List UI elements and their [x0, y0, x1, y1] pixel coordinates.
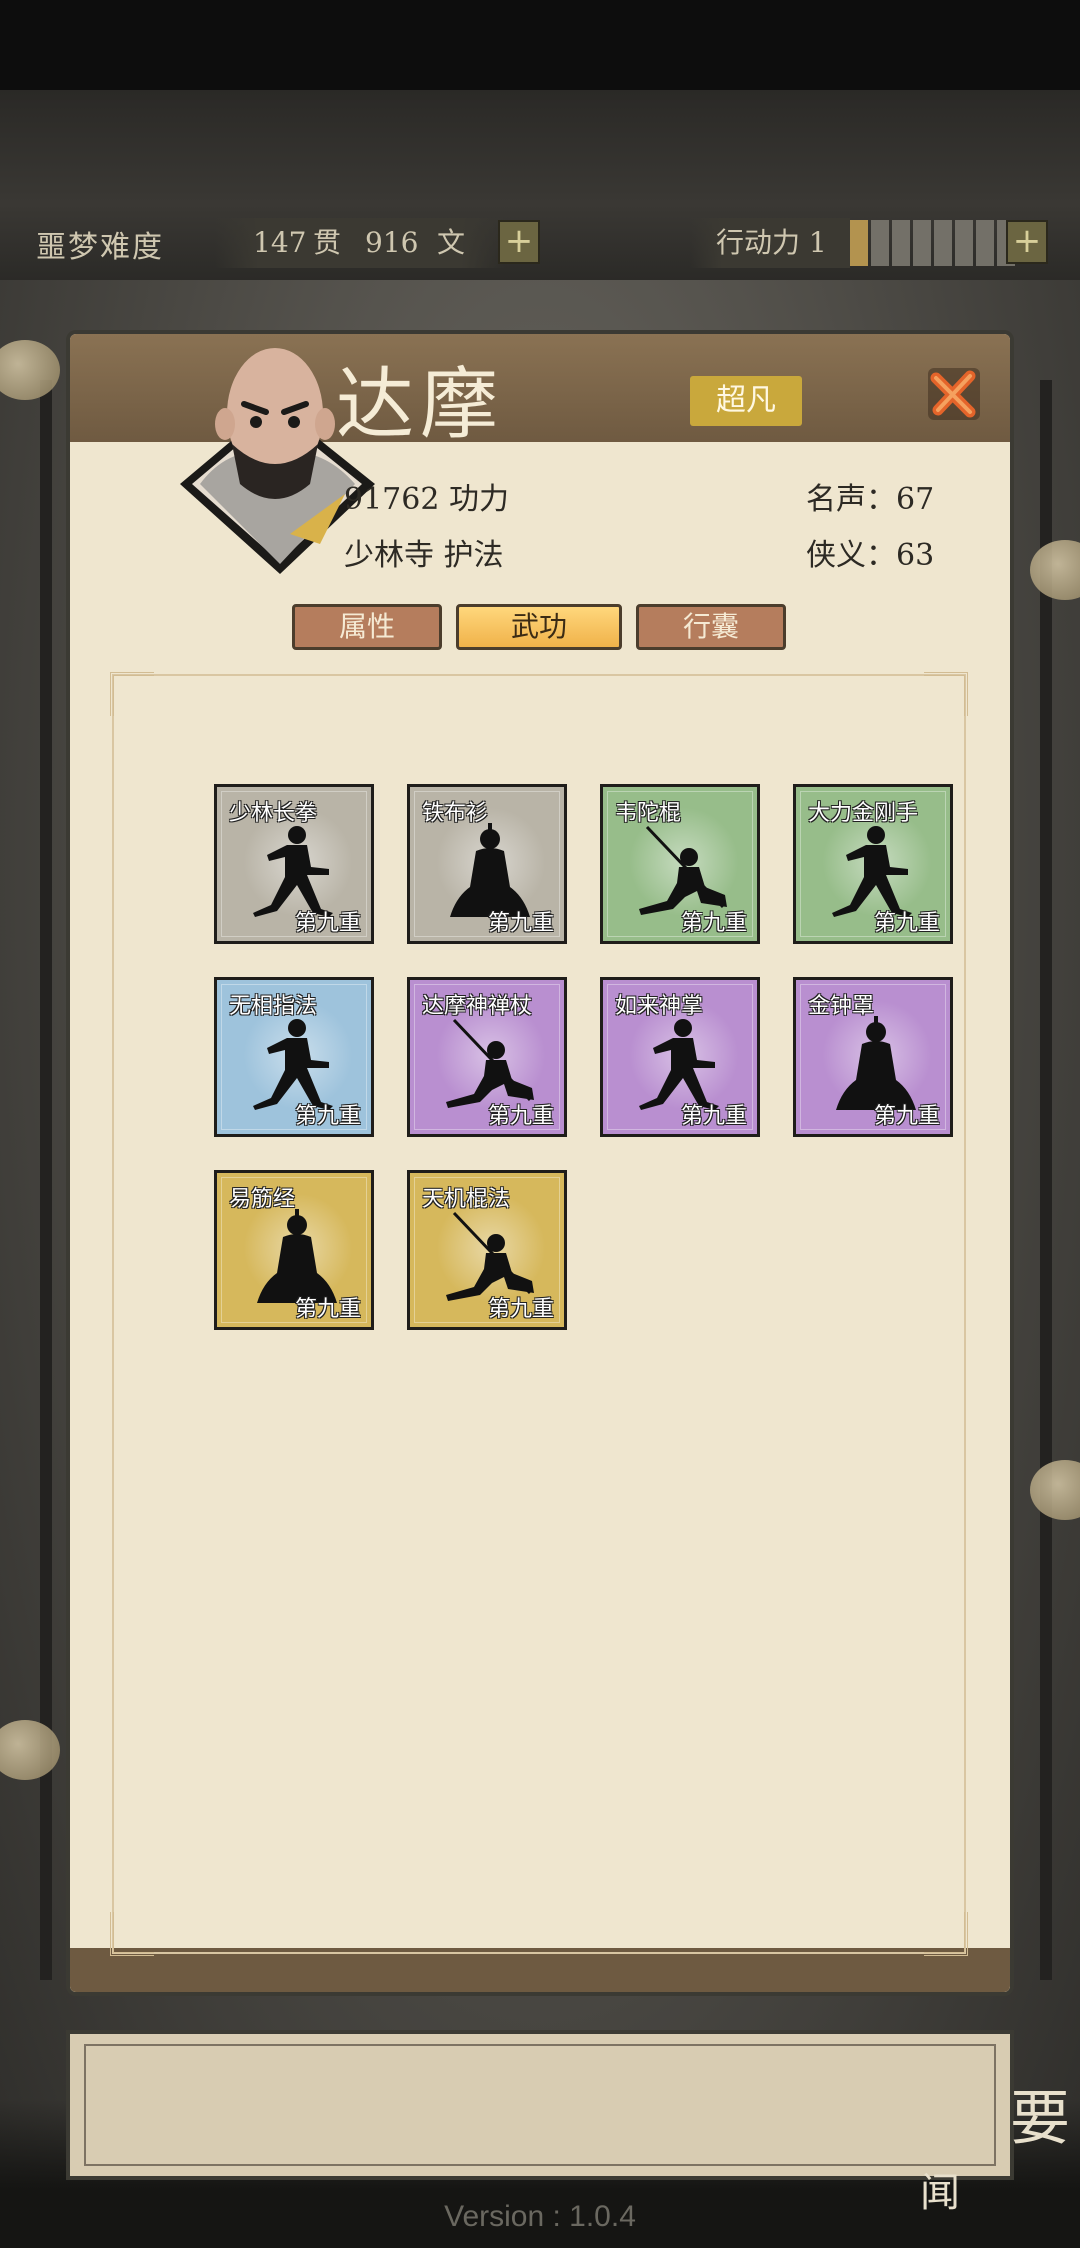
action-points-display: 行动力 1 — [690, 218, 850, 268]
skill-name: 如来神掌 — [615, 994, 704, 1019]
skill-name: 韦陀棍 — [615, 801, 682, 826]
energy-segment — [892, 220, 910, 266]
panel-tabs: 属性 武功 行囊 — [292, 604, 786, 650]
skill-card[interactable]: 金钟罩第九重 — [793, 977, 953, 1137]
energy-segment — [913, 220, 931, 266]
skill-card[interactable]: 铁布衫第九重 — [407, 784, 567, 944]
frame-corner — [110, 1912, 154, 1956]
tab-inventory[interactable]: 行囊 — [636, 604, 786, 650]
skill-level: 第九重 — [294, 1297, 361, 1322]
status-bar-area — [0, 0, 1080, 90]
skill-name: 少林长拳 — [229, 801, 318, 826]
version-label: Version : 1.0.4 — [444, 2200, 636, 2233]
skill-name: 铁布衫 — [422, 801, 489, 826]
money-display: 147 贯 916 文 — [215, 218, 505, 268]
money-guan-value: 147 — [253, 226, 307, 259]
skill-card[interactable]: 如来神掌第九重 — [600, 977, 760, 1137]
skill-card[interactable]: 韦陀棍第九重 — [600, 784, 760, 944]
close-icon[interactable] — [924, 364, 984, 424]
skill-card[interactable]: 少林长拳第九重 — [214, 784, 374, 944]
skill-level: 第九重 — [487, 911, 554, 936]
money-guan-unit: 贯 — [313, 226, 342, 259]
skill-level: 第九重 — [873, 911, 940, 936]
difficulty-label: 噩梦难度 — [36, 230, 164, 265]
side-menu-glyph[interactable]: 要 — [1010, 2070, 1070, 2157]
power-value: 91762 功力 — [344, 482, 509, 517]
skill-level: 第九重 — [873, 1104, 940, 1129]
action-points-label: 行动力 1 — [716, 226, 827, 259]
skill-level: 第九重 — [680, 1104, 747, 1129]
skill-name: 易筋经 — [229, 1187, 296, 1212]
add-action-button[interactable]: + — [1006, 220, 1048, 264]
energy-segment — [871, 220, 889, 266]
skill-level: 第九重 — [487, 1104, 554, 1129]
fame-value: 名声：67 — [806, 482, 935, 517]
money-wen-unit: 文 — [437, 226, 466, 259]
panel-footer — [70, 1948, 1010, 1992]
energy-segment — [955, 220, 973, 266]
rank-badge: 超凡 — [690, 376, 802, 426]
right-scroll-rod — [1040, 380, 1052, 1980]
skill-level: 第九重 — [294, 1104, 361, 1129]
energy-segment — [850, 220, 868, 266]
skill-card[interactable]: 天机棍法第九重 — [407, 1170, 567, 1330]
skill-card[interactable]: 大力金刚手第九重 — [793, 784, 953, 944]
chivalry-value: 侠义：63 — [806, 538, 935, 573]
message-box-inner — [84, 2044, 996, 2166]
skill-level: 第九重 — [487, 1297, 554, 1322]
skill-card[interactable]: 无相指法第九重 — [214, 977, 374, 1137]
skill-name: 天机棍法 — [422, 1187, 511, 1212]
skill-name: 无相指法 — [229, 994, 318, 1019]
skill-card[interactable]: 达摩神禅杖第九重 — [407, 977, 567, 1137]
frame-corner — [924, 672, 968, 716]
tab-attributes[interactable]: 属性 — [292, 604, 442, 650]
skill-level: 第九重 — [680, 911, 747, 936]
character-panel: 达摩 超凡 91762 功力 少林寺 护法 名声：67 侠义：63 属性 武功 — [66, 330, 1014, 1996]
sect-title: 少林寺 护法 — [344, 538, 504, 573]
skill-name: 大力金刚手 — [808, 801, 919, 826]
action-points-meter — [850, 220, 1015, 266]
message-box — [66, 2030, 1014, 2180]
tab-martial-arts[interactable]: 武功 — [456, 604, 622, 650]
energy-segment — [976, 220, 994, 266]
energy-segment — [934, 220, 952, 266]
frame-corner — [924, 1912, 968, 1956]
add-money-button[interactable]: + — [498, 220, 540, 264]
frame-corner — [110, 672, 154, 716]
skill-card[interactable]: 易筋经第九重 — [214, 1170, 374, 1330]
skill-name: 达摩神禅杖 — [422, 994, 533, 1019]
money-wen-value: 916 — [365, 226, 419, 259]
skill-level: 第九重 — [294, 911, 361, 936]
skill-name: 金钟罩 — [808, 994, 875, 1019]
